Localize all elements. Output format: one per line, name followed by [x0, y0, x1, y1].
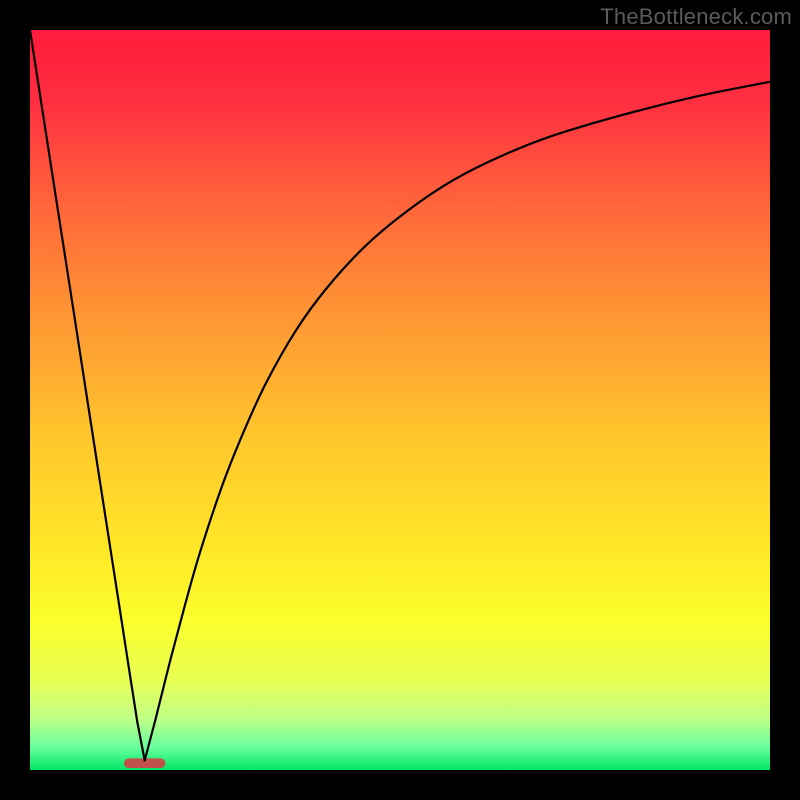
gradient-background: [30, 30, 770, 770]
chart-frame: TheBottleneck.com: [0, 0, 800, 800]
plot-area: [30, 30, 770, 770]
chart-svg: [30, 30, 770, 770]
watermark-text: TheBottleneck.com: [600, 4, 792, 30]
